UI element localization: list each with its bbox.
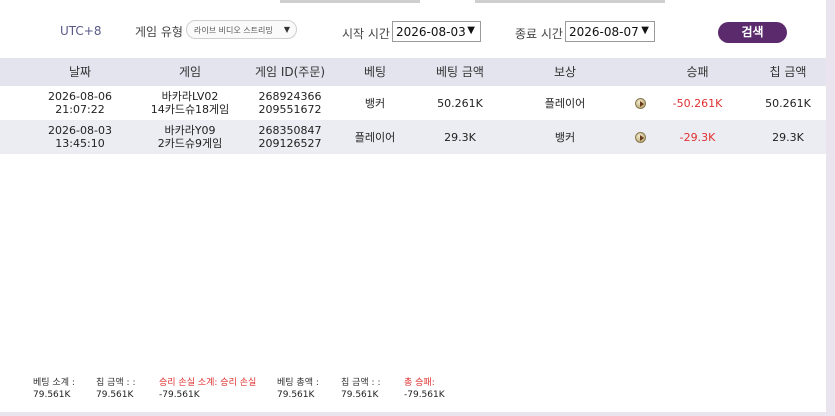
summary-label: 총 승패: bbox=[404, 378, 435, 388]
game-type-label: 게임 유형 bbox=[135, 25, 183, 39]
header-date: 날짜 bbox=[68, 64, 92, 79]
header-win-loss: 승패 bbox=[686, 64, 709, 79]
header-chip-amount: 칩 금액 bbox=[769, 64, 807, 79]
table-row: 2026-08-03 13:45:10 바카라Y09 2카드슈9게임 26835… bbox=[0, 120, 826, 154]
start-date-value: 2026-08-03 bbox=[396, 25, 466, 39]
order-id: 209551672 bbox=[258, 103, 322, 116]
top-strip bbox=[475, 0, 665, 3]
game-id: 268350847 bbox=[258, 124, 322, 137]
row-game-id: 268350847 209126527 bbox=[250, 120, 330, 154]
row-chip-amount: 50.261K bbox=[765, 96, 811, 110]
row-date: 2026-08-03 13:45:10 bbox=[30, 120, 130, 154]
date-value: 2026-08-03 bbox=[48, 124, 112, 137]
summary-value: -79.561K bbox=[404, 390, 445, 400]
end-time-label: 종료 시간 bbox=[515, 27, 563, 41]
summary-label: 베팅 소계 : bbox=[33, 378, 75, 388]
game-name: 바카라Y09 bbox=[164, 124, 216, 137]
order-id: 209126527 bbox=[258, 137, 322, 150]
summary-win-loss-subtotal: 승리 손실 소계: 승리 손실 -79.561K bbox=[159, 375, 256, 400]
row-chip-amount: 29.3K bbox=[772, 130, 804, 144]
summary-label: 칩 금액 : : bbox=[341, 378, 381, 388]
table-row: 2026-08-06 21:07:22 바카라LV02 14카드슈18게임 26… bbox=[0, 86, 826, 120]
time-value: 21:07:22 bbox=[55, 103, 105, 116]
table-header: 날짜 게임 게임 ID(주문) 베팅 베팅 금액 보상 승패 칩 금액 bbox=[0, 58, 826, 86]
play-icon bbox=[634, 97, 646, 109]
filter-bar: UTC+8 게임 유형 라이브 비디오 스트리밍 ▼ 시작 시간 2026-08… bbox=[0, 18, 826, 48]
summary-label: 승리 손실 소계: 승리 손실 bbox=[159, 378, 257, 388]
game-round: 14카드슈18게임 bbox=[150, 103, 230, 116]
game-type-value: 라이브 비디오 스트리밍 bbox=[194, 26, 273, 35]
header-bet: 베팅 bbox=[363, 64, 387, 79]
header-game-id: 게임 ID(주문) bbox=[254, 64, 326, 79]
date-value: 2026-08-06 bbox=[48, 90, 112, 103]
summary-value: 79.561K bbox=[341, 390, 379, 400]
search-button[interactable]: 검색 bbox=[718, 22, 787, 43]
row-bet: 플레이어 bbox=[354, 130, 396, 144]
summary-value: -79.561K bbox=[159, 390, 200, 400]
row-game: 바카라LV02 14카드슈18게임 bbox=[135, 86, 245, 120]
row-game-id: 268924366 209551672 bbox=[250, 86, 330, 120]
header-bet-amount: 베팅 금액 bbox=[436, 64, 484, 79]
timezone-label: UTC+8 bbox=[60, 24, 102, 38]
row-win-loss: -29.3K bbox=[679, 130, 716, 144]
start-date-select[interactable]: 2026-08-03 ▼ bbox=[392, 21, 481, 42]
summary-bet-total: 베팅 총액 : 79.561K bbox=[277, 375, 319, 400]
row-reward: 플레이어 bbox=[544, 96, 586, 110]
game-type-select[interactable]: 라이브 비디오 스트리밍 ▼ bbox=[186, 20, 297, 39]
end-date-value: 2026-08-07 bbox=[569, 25, 639, 39]
header-game: 게임 bbox=[178, 64, 202, 79]
summary-bar: 베팅 소계 : 79.561K 칩 금액 : : 79.561K 승리 손실 소… bbox=[0, 375, 826, 405]
row-bet-amount: 50.261K bbox=[437, 96, 483, 110]
game-round: 2카드슈9게임 bbox=[157, 137, 223, 150]
row-date: 2026-08-06 21:07:22 bbox=[30, 86, 130, 120]
summary-bet-subtotal: 베팅 소계 : 79.561K bbox=[33, 375, 75, 400]
header-reward: 보상 bbox=[553, 64, 577, 79]
row-bet: 뱅커 bbox=[364, 96, 386, 110]
summary-chip-total: 칩 금액 : : 79.561K bbox=[341, 375, 381, 400]
start-time-label: 시작 시간 bbox=[342, 27, 390, 41]
replay-button[interactable] bbox=[630, 120, 650, 154]
summary-value: 79.561K bbox=[96, 390, 134, 400]
top-strip bbox=[280, 0, 420, 3]
summary-label: 칩 금액 : : bbox=[96, 378, 136, 388]
game-name: 바카라LV02 bbox=[161, 90, 219, 103]
end-date-select[interactable]: 2026-08-07 ▼ bbox=[565, 21, 655, 42]
summary-label: 베팅 총액 : bbox=[277, 378, 319, 388]
game-id: 268924366 bbox=[258, 90, 322, 103]
summary-total-win-loss: 총 승패: -79.561K bbox=[404, 375, 445, 400]
row-game: 바카라Y09 2카드슈9게임 bbox=[135, 120, 245, 154]
row-bet-amount: 29.3K bbox=[444, 130, 476, 144]
play-icon bbox=[634, 131, 646, 143]
caret-down-icon: ▼ bbox=[467, 25, 475, 36]
row-win-loss: -50.261K bbox=[672, 96, 723, 110]
summary-chip-amount: 칩 금액 : : 79.561K bbox=[96, 375, 136, 400]
summary-value: 79.561K bbox=[277, 390, 315, 400]
row-reward: 뱅커 bbox=[554, 130, 576, 144]
replay-button[interactable] bbox=[630, 86, 650, 120]
caret-down-icon: ▼ bbox=[641, 25, 649, 36]
bet-history-panel: UTC+8 게임 유형 라이브 비디오 스트리밍 ▼ 시작 시간 2026-08… bbox=[0, 0, 826, 412]
caret-down-icon: ▼ bbox=[283, 25, 290, 34]
summary-value: 79.561K bbox=[33, 390, 71, 400]
time-value: 13:45:10 bbox=[55, 137, 105, 150]
